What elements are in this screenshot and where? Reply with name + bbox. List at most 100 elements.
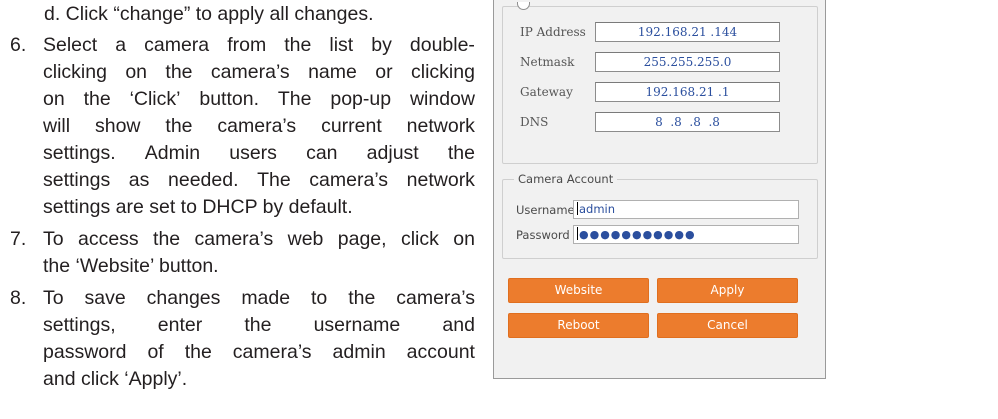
netmask-label: Netmask: [520, 55, 575, 69]
word: the: [244, 314, 272, 336]
word: camera’s: [232, 341, 312, 363]
word: clicking: [410, 61, 475, 83]
step-d-text: d. Click “change” to apply all changes.: [44, 3, 374, 25]
word: camera’s: [194, 228, 274, 250]
word: name: [308, 61, 357, 83]
password-label: Password: [516, 228, 570, 242]
word: button.: [199, 88, 259, 110]
word: admin: [332, 341, 386, 363]
word: will: [43, 115, 71, 137]
word: double-: [409, 34, 475, 56]
word: from: [227, 34, 267, 56]
word: of: [147, 341, 164, 363]
word: by: [371, 34, 392, 56]
step-6-line-2: clicking on the camera’s name or clicking: [43, 60, 475, 84]
word: clicking: [43, 61, 107, 83]
step-8-number: 8.: [10, 287, 27, 309]
word: the: [348, 287, 376, 309]
word: on: [125, 61, 148, 83]
text-cursor: [577, 227, 578, 240]
username-label: Username: [516, 203, 575, 217]
word: camera: [144, 34, 210, 56]
word: as: [128, 169, 150, 191]
step-6-line-6: settings as needed. The camera’s network: [43, 168, 475, 192]
word: account: [406, 341, 475, 363]
word: Admin: [144, 142, 201, 164]
word: settings,: [43, 314, 116, 336]
step-8-line-4: and click ‘Apply’.: [43, 368, 188, 390]
word: The: [277, 88, 312, 110]
word: settings.: [43, 142, 116, 164]
radio-button[interactable]: [517, 2, 530, 10]
word: made: [241, 287, 291, 309]
word: To: [43, 287, 64, 309]
dns-field[interactable]: 8 .8 .8 .8: [595, 112, 780, 132]
word: To: [43, 228, 64, 250]
word: camera’s: [210, 61, 290, 83]
word: to: [311, 287, 328, 309]
dns-label: DNS: [520, 115, 549, 129]
word: enter: [157, 314, 203, 336]
step-7-number: 7.: [10, 228, 27, 250]
step-6-number: 6.: [10, 34, 27, 56]
word: the: [83, 88, 111, 110]
word: ‘Click’: [129, 88, 181, 110]
word: web: [287, 228, 324, 250]
text-cursor: [577, 202, 578, 215]
camera-account-title: Camera Account: [514, 172, 618, 186]
word: or: [375, 61, 393, 83]
step-8-line-3: password of the camera’s admin account: [43, 340, 475, 364]
step-6-line-4: will show the camera’s current network: [43, 114, 475, 138]
ip-address-field[interactable]: 192.168.21 .144: [595, 22, 780, 42]
step-6-line-7: settings are set to DHCP by default.: [43, 196, 353, 218]
word: settings: [43, 169, 111, 191]
step-6-line-5: settings. Admin users can adjust the: [43, 141, 475, 165]
username-input[interactable]: admin: [573, 200, 799, 219]
word: password: [43, 341, 127, 363]
word: window: [409, 88, 475, 110]
network-settings-group: IP Address 192.168.21 .144 Netmask 255.2…: [502, 2, 818, 164]
step-7-line-1: To access the camera’s web page, click on: [43, 227, 475, 251]
word: the: [284, 34, 312, 56]
cancel-button[interactable]: Cancel: [657, 313, 798, 338]
instructions-text: d. Click “change” to apply all changes. …: [0, 0, 480, 419]
word: username: [313, 314, 401, 336]
step-8-line-1: To save changes made to the camera’s: [43, 286, 475, 310]
username-value: admin: [579, 202, 616, 216]
word: adjust: [366, 142, 419, 164]
gateway-label: Gateway: [520, 85, 573, 99]
word: click: [400, 228, 439, 250]
word: needed.: [168, 169, 239, 191]
camera-settings-dialog: IP Address 192.168.21 .144 Netmask 255.2…: [493, 0, 826, 379]
word: users: [229, 142, 277, 164]
website-button[interactable]: Website: [508, 278, 649, 303]
word: the: [165, 115, 193, 137]
word: save: [84, 287, 126, 309]
word: the: [153, 228, 181, 250]
step-8-line-2: settings, enter the username and: [43, 313, 475, 337]
word: current: [321, 115, 382, 137]
reboot-button[interactable]: Reboot: [508, 313, 649, 338]
step-6-line-1: Select a camera from the list by double-: [43, 33, 475, 57]
word: changes: [146, 287, 221, 309]
word: access: [77, 228, 139, 250]
gateway-field[interactable]: 192.168.21 .1: [595, 82, 780, 102]
netmask-field[interactable]: 255.255.255.0: [595, 52, 780, 72]
camera-account-group: Camera Account Username admin Password ●…: [502, 172, 818, 259]
word: camera’s: [309, 169, 389, 191]
word: camera’s: [396, 287, 475, 309]
word: the: [165, 61, 193, 83]
word: network: [406, 115, 475, 137]
word: a: [115, 34, 127, 56]
word: The: [257, 169, 291, 191]
word: and: [442, 314, 475, 336]
word: on: [453, 228, 475, 250]
word: pop-up: [330, 88, 392, 110]
word: on: [43, 88, 65, 110]
word: camera’s: [217, 115, 297, 137]
word: Select: [43, 34, 98, 56]
ip-address-label: IP Address: [520, 25, 586, 39]
word: network: [406, 169, 475, 191]
apply-button[interactable]: Apply: [657, 278, 798, 303]
password-input[interactable]: ●●●●●●●●●●●: [573, 225, 799, 244]
